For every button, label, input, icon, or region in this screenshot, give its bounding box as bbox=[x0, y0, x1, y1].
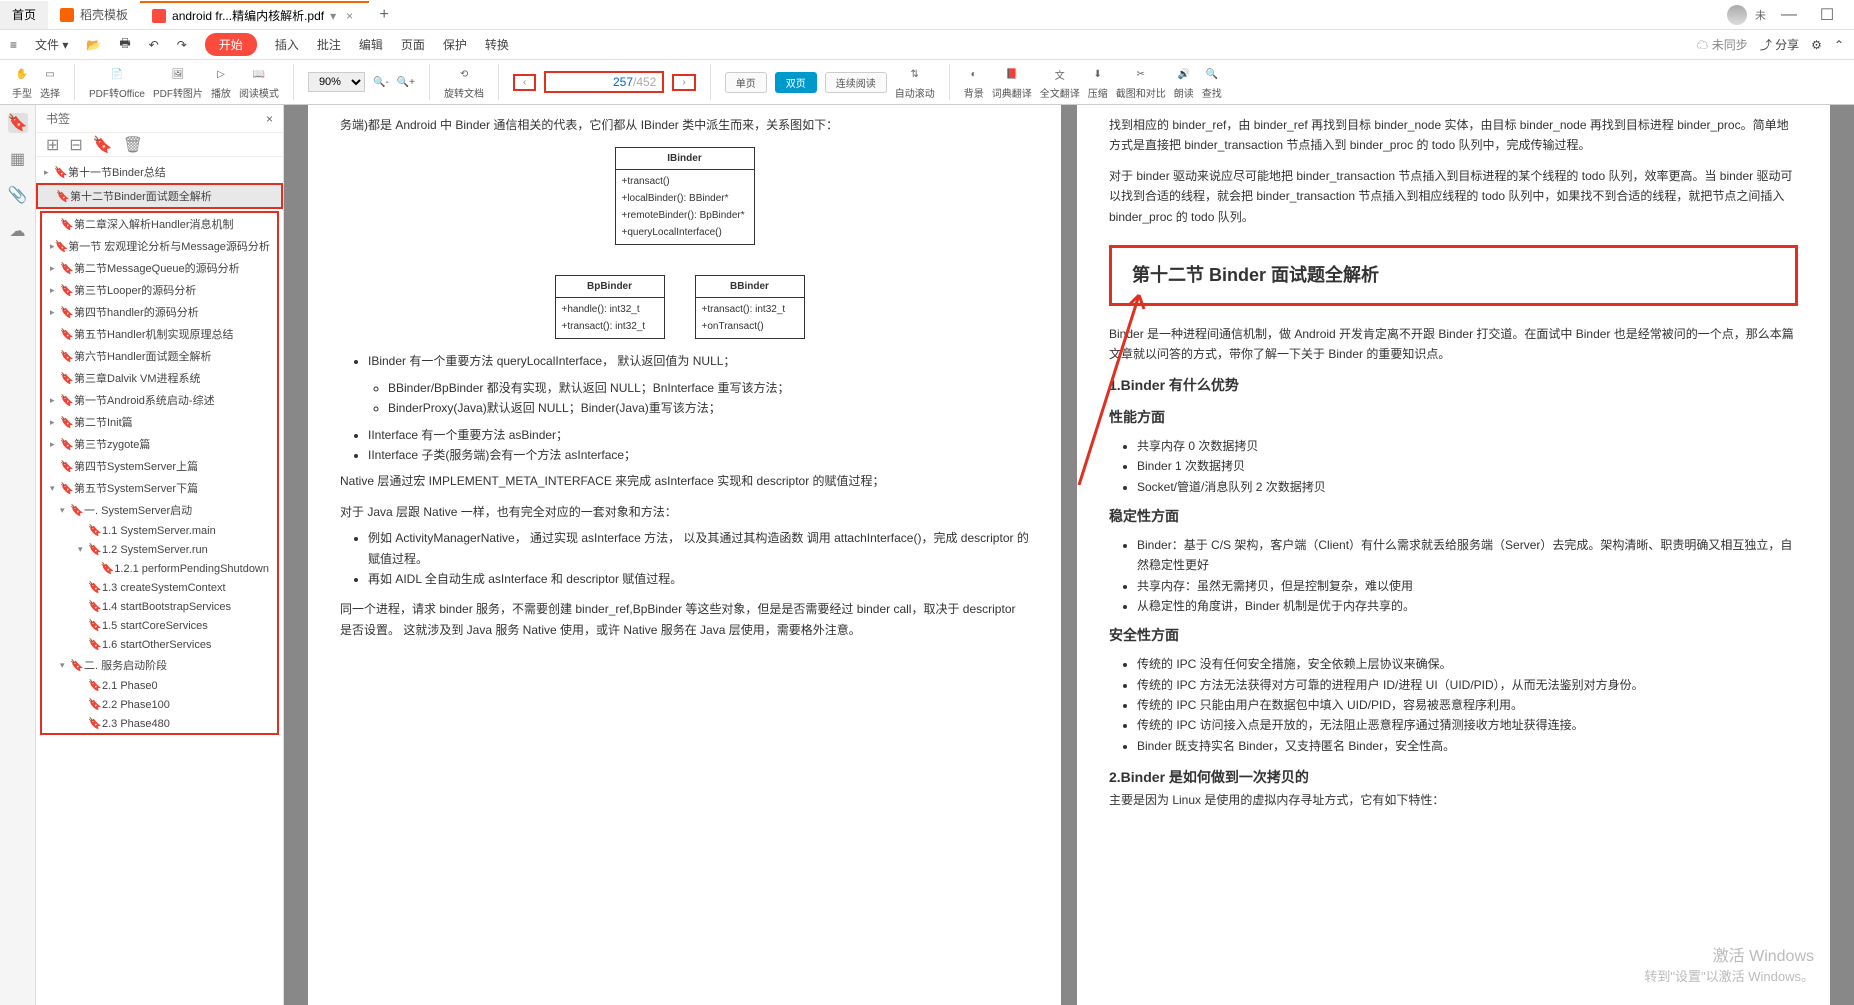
outline-item[interactable]: ▸🔖第一节Android系统启动-综述 bbox=[42, 389, 277, 411]
tool-compress[interactable]: ⬇压缩 bbox=[1088, 64, 1108, 100]
zoom-in-icon[interactable]: 🔍+ bbox=[397, 77, 415, 88]
tool-full-trans[interactable]: 文全文翻译 bbox=[1040, 64, 1080, 100]
tool-find[interactable]: 🔍查找 bbox=[1202, 64, 1222, 100]
tab-document-label: android fr...精编内核解析.pdf bbox=[172, 7, 324, 24]
outline-item[interactable]: ▸🔖第一节 宏观理论分析与Message源码分析 bbox=[42, 235, 277, 257]
outline-item[interactable]: ▸🔖第四节handler的源码分析 bbox=[42, 301, 277, 323]
tool-hand[interactable]: ✋手型 bbox=[12, 64, 32, 100]
expand-all-icon[interactable]: ⊞ bbox=[46, 135, 59, 155]
outline-item[interactable]: 🔖1.1 SystemServer.main bbox=[42, 521, 277, 540]
sidebar-title: 书签 bbox=[46, 110, 70, 127]
settings-icon[interactable]: ⚙ bbox=[1811, 38, 1822, 52]
outline-item[interactable]: 🔖1.6 startOtherServices bbox=[42, 635, 277, 654]
menu-file[interactable]: 文件 ▾ bbox=[35, 36, 68, 53]
tool-read-aloud[interactable]: 🔊朗读 bbox=[1174, 64, 1194, 100]
user-name: 未 bbox=[1755, 7, 1766, 23]
bookmark-panel-icon[interactable]: 🔖 bbox=[8, 113, 28, 133]
outline-item[interactable]: ▸🔖第二节MessageQueue的源码分析 bbox=[42, 257, 277, 279]
outline-item[interactable]: 🔖2.3 Phase480 bbox=[42, 714, 277, 733]
outline-item[interactable]: 🔖2.1 Phase0 bbox=[42, 676, 277, 695]
menu-icon[interactable]: ≡ bbox=[10, 38, 17, 52]
template-icon bbox=[60, 8, 74, 22]
tool-continuous[interactable]: 连续阅读 bbox=[825, 72, 887, 93]
annotation-arrow bbox=[1069, 285, 1149, 490]
outline-item[interactable]: 🔖第二章深入解析Handler消息机制 bbox=[42, 213, 277, 235]
share-button[interactable]: ⤴ 分享 bbox=[1760, 36, 1799, 53]
tool-crop[interactable]: ✂截图和对比 bbox=[1116, 64, 1166, 100]
tool-pdf-image[interactable]: 🖼PDF转图片 bbox=[153, 64, 203, 100]
outline-item[interactable]: 🔖第三章Dalvik VM进程系统 bbox=[42, 367, 277, 389]
page-prev[interactable]: ‹ bbox=[513, 74, 536, 91]
tool-play[interactable]: ▷播放 bbox=[211, 64, 231, 100]
pdf-page-right: 找到相应的 binder_ref，由 binder_ref 再找到目标 bind… bbox=[1077, 105, 1830, 1005]
undo-icon[interactable]: ↶ bbox=[149, 38, 159, 52]
tab-dropdown-icon[interactable]: ▾ bbox=[330, 9, 336, 23]
page-next[interactable]: › bbox=[672, 74, 695, 91]
tool-select[interactable]: ▭选择 bbox=[40, 64, 60, 100]
outline-item[interactable]: ▸🔖第十一节Binder总结 bbox=[36, 161, 283, 183]
outline-item[interactable]: 🔖1.3 createSystemContext bbox=[42, 578, 277, 597]
menu-edit[interactable]: 编辑 bbox=[359, 36, 383, 53]
tool-dict[interactable]: 📕词典翻译 bbox=[992, 64, 1032, 100]
outline-item[interactable]: 🔖第五节Handler机制实现原理总结 bbox=[42, 323, 277, 345]
tool-pdf-office[interactable]: 📄PDF转Office bbox=[89, 64, 145, 100]
avatar[interactable] bbox=[1727, 5, 1747, 25]
tool-auto-scroll[interactable]: ⇅自动滚动 bbox=[895, 64, 935, 100]
pdf-page-left: 务端)都是 Android 中 Binder 通信相关的代表，它们都从 IBin… bbox=[308, 105, 1061, 1005]
outline-item[interactable]: 🔖2.2 Phase100 bbox=[42, 695, 277, 714]
close-icon[interactable]: × bbox=[342, 9, 357, 23]
collapse-all-icon[interactable]: ⊟ bbox=[69, 135, 82, 155]
open-icon[interactable]: 📂 bbox=[86, 38, 101, 52]
outline-item[interactable]: ▾🔖一. SystemServer启动 bbox=[42, 499, 277, 521]
outline-item[interactable]: ▸🔖第三节Looper的源码分析 bbox=[42, 279, 277, 301]
outline-item[interactable]: ▾🔖第五节SystemServer下篇 bbox=[42, 477, 277, 499]
menu-review[interactable]: 批注 bbox=[317, 36, 341, 53]
tool-single[interactable]: 单页 bbox=[725, 72, 767, 93]
pdf-icon bbox=[152, 9, 166, 23]
watermark: 激活 Windows 转到"设置"以激活 Windows。 bbox=[1644, 942, 1814, 985]
outline-item[interactable]: 🔖1.2.1 performPendingShutdown bbox=[42, 559, 277, 578]
outline-item[interactable]: ▸🔖第三节zygote篇 bbox=[42, 433, 277, 455]
section-heading: 第十二节 Binder 面试题全解析 bbox=[1109, 245, 1798, 306]
tool-background[interactable]: ◐背景 bbox=[964, 64, 984, 100]
outline-item[interactable]: ▾🔖1.2 SystemServer.run bbox=[42, 540, 277, 559]
maximize-icon[interactable]: ☐ bbox=[1812, 1, 1842, 29]
menu-page[interactable]: 页面 bbox=[401, 36, 425, 53]
tab-template-label: 稻壳模板 bbox=[80, 6, 128, 23]
outline-item[interactable]: 🔖第十二节Binder面试题全解析 bbox=[36, 183, 283, 209]
menu-protect[interactable]: 保护 bbox=[443, 36, 467, 53]
menu-start[interactable]: 开始 bbox=[205, 33, 257, 56]
outline-item[interactable]: 🔖第四节SystemServer上篇 bbox=[42, 455, 277, 477]
thumbnails-icon[interactable]: ▦ bbox=[8, 149, 28, 169]
tool-read-mode[interactable]: 📖阅读模式 bbox=[239, 64, 279, 100]
zoom-out-icon[interactable]: 🔍- bbox=[373, 77, 389, 88]
redo-icon[interactable]: ↷ bbox=[177, 38, 187, 52]
outline-item[interactable]: 🔖第六节Handler面试题全解析 bbox=[42, 345, 277, 367]
sidebar-close-icon[interactable]: × bbox=[266, 112, 273, 126]
tab-home[interactable]: 首页 bbox=[0, 1, 48, 29]
add-bookmark-icon[interactable]: 🔖 bbox=[93, 135, 113, 155]
outline-item[interactable]: ▸🔖第二节Init篇 bbox=[42, 411, 277, 433]
add-tab-button[interactable]: + bbox=[369, 6, 399, 24]
delete-bookmark-icon[interactable]: 🗑 bbox=[123, 135, 143, 155]
tool-rotate[interactable]: ⟲旋转文档 bbox=[444, 64, 484, 100]
page-input[interactable]: 257/452 bbox=[544, 71, 664, 93]
tool-double[interactable]: 双页 bbox=[775, 72, 817, 93]
cloud-icon[interactable]: ☁ bbox=[8, 221, 28, 241]
menu-convert[interactable]: 转换 bbox=[485, 36, 509, 53]
outline-item[interactable]: 🔖1.5 startCoreServices bbox=[42, 616, 277, 635]
collapse-icon[interactable]: ⌃ bbox=[1834, 38, 1844, 52]
attachment-icon[interactable]: 📎 bbox=[8, 185, 28, 205]
minimize-icon[interactable]: — bbox=[1774, 1, 1804, 29]
tab-document[interactable]: android fr...精编内核解析.pdf ▾ × bbox=[140, 1, 369, 29]
zoom-select[interactable]: 90% bbox=[308, 72, 365, 92]
tab-template[interactable]: 稻壳模板 bbox=[48, 1, 140, 29]
print-icon[interactable]: 🖶 bbox=[119, 34, 130, 55]
outline-item[interactable]: ▾🔖二. 服务启动阶段 bbox=[42, 654, 277, 676]
menu-insert[interactable]: 插入 bbox=[275, 36, 299, 53]
outline-item[interactable]: 🔖1.4 startBootstrapServices bbox=[42, 597, 277, 616]
sync-status[interactable]: ☁ 未同步 bbox=[1696, 36, 1747, 53]
